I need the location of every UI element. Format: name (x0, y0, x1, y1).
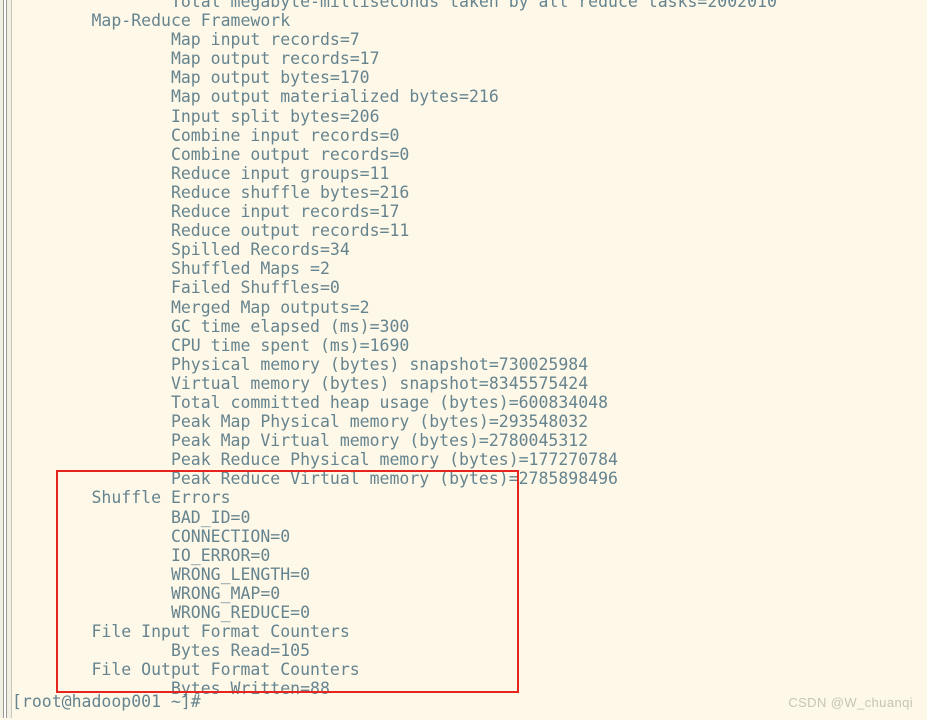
console-line: Map-Reduce Framework (12, 11, 291, 31)
console-line: File Input Format Counters (12, 622, 360, 642)
console-line: Map output records=17 (12, 49, 380, 69)
console-line: Peak Map Virtual memory (bytes)=27800453… (12, 431, 589, 451)
console-line: Peak Map Physical memory (bytes)=2935480… (12, 412, 589, 432)
console-line: CONNECTION=0 (12, 526, 291, 546)
console-line: Map output bytes=170 (12, 68, 370, 88)
console-line: Merged Map outputs=2 (12, 297, 370, 317)
console-line: Reduce input records=17 (12, 202, 400, 222)
console-line: Peak Reduce Virtual memory (bytes)=27858… (12, 469, 618, 489)
shell-prompt[interactable]: [root@hadoop001 ~]# (12, 692, 201, 711)
console-line: WRONG_LENGTH=0 (12, 564, 311, 584)
console-line: Physical memory (bytes) snapshot=7300259… (12, 354, 589, 374)
console-line: Combine output records=0 (12, 144, 410, 164)
terminal-output-area[interactable]: Total megabyte-milliseconds taken by all… (12, 0, 927, 720)
window-left-gutter (0, 0, 12, 720)
console-line: WRONG_REDUCE=0 (12, 603, 311, 622)
csdn-watermark: CSDN @W_chuanqi (788, 695, 913, 710)
console-line: BAD_ID=0 (12, 507, 251, 527)
console-line: Input split bytes=206 (12, 106, 380, 126)
console-line: Peak Reduce Physical memory (bytes)=1772… (12, 450, 618, 470)
console-line: WRONG_MAP=0 (12, 583, 281, 603)
console-line: Failed Shuffles=0 (12, 278, 340, 298)
console-line: Total megabyte-milliseconds taken by all… (12, 0, 777, 11)
vertical-scrollbar-track[interactable] (3, 0, 7, 720)
console-line: Reduce shuffle bytes=216 (12, 182, 410, 202)
console-line: File Output Format Counters (12, 660, 370, 680)
console-line: Map output materialized bytes=216 (12, 87, 499, 107)
console-line: Total committed heap usage (bytes)=60083… (12, 392, 609, 412)
console-line: IO_ERROR=0 (12, 545, 271, 565)
console-line: Spilled Records=34 (12, 240, 350, 260)
console-line: Shuffle Errors (12, 488, 231, 508)
console-line: Virtual memory (bytes) snapshot=83455754… (12, 373, 589, 393)
console-text: Total megabyte-milliseconds taken by all… (12, 0, 927, 698)
console-line: CPU time spent (ms)=1690 (12, 335, 410, 355)
console-line: Bytes Read=105 (12, 641, 311, 661)
console-line: GC time elapsed (ms)=300 (12, 316, 410, 336)
terminal-window: Total megabyte-milliseconds taken by all… (0, 0, 927, 720)
console-line: Combine input records=0 (12, 125, 400, 145)
console-line: Map input records=7 (12, 30, 360, 50)
console-line: Shuffled Maps =2 (12, 259, 330, 279)
console-line: Reduce input groups=11 (12, 163, 390, 183)
console-line: Reduce output records=11 (12, 221, 410, 241)
